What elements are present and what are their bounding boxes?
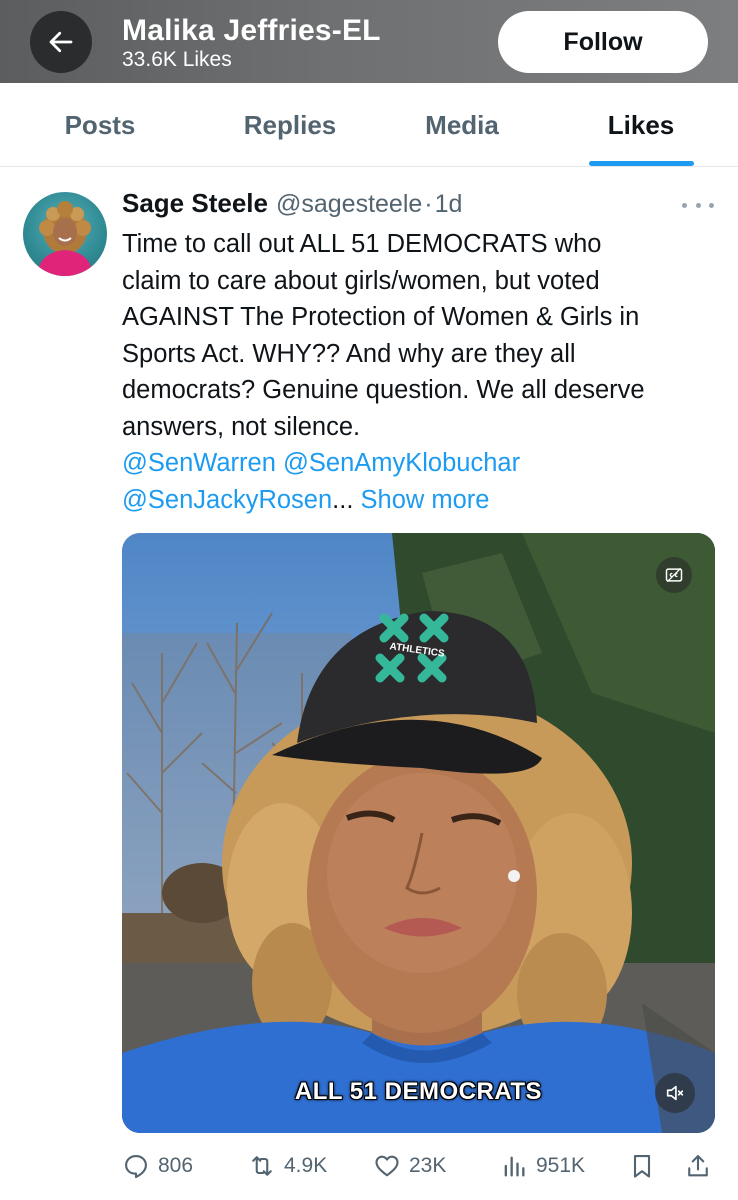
repost-icon (252, 1156, 272, 1176)
tab-likes[interactable]: Likes (541, 83, 738, 167)
mute-icon[interactable] (655, 1073, 695, 1113)
share-button[interactable] (684, 1148, 712, 1184)
mention-line-2: @SenJackyRosen... Show more (122, 482, 722, 519)
tab-replies[interactable]: Replies (190, 83, 390, 167)
tweet-text-line: Sports Act. WHY?? And why are they all (122, 339, 576, 368)
video-frame: ATHLETICS (122, 533, 715, 1133)
share-icon (688, 1155, 708, 1177)
views-button[interactable]: 951K (500, 1148, 585, 1184)
author-handle[interactable]: @sagesteele (276, 190, 422, 219)
tab-media[interactable]: Media (362, 83, 562, 167)
like-button[interactable]: 23K (373, 1148, 446, 1184)
tweet-text-line: claim to care about girls/women, but vot… (122, 266, 600, 295)
video-caption: ALL 51 DEMOCRATS (294, 1078, 543, 1105)
tab-posts[interactable]: Posts (0, 83, 200, 167)
tweet-text-line: democrats? Genuine question. We all dese… (122, 376, 645, 404)
tweet-text: Time to call out ALL 51 DEMOCRATS who cl… (122, 226, 722, 518)
repost-count: 4.9K (284, 1154, 328, 1177)
heart-icon (375, 1155, 399, 1177)
post-time[interactable]: 1d (435, 190, 463, 219)
reply-count: 806 (158, 1154, 194, 1177)
author-name[interactable]: Sage Steele (122, 188, 268, 219)
ellipsis: ... (332, 485, 354, 514)
repost-button[interactable]: 4.9K (248, 1148, 327, 1184)
mention-link[interactable]: @SenJackyRosen (122, 486, 332, 514)
tweet-text-line: Time to call out ALL 51 DEMOCRATS who (122, 230, 602, 258)
profile-header-bar: Malika Jeffries-EL 33.6K Likes Follow (0, 0, 738, 83)
views-icon (504, 1156, 525, 1177)
follow-button[interactable]: Follow (498, 11, 708, 73)
tweet-text-line: answers, not silence. (122, 412, 361, 441)
tweet-header: Sage Steele @sagesteele · 1d (122, 188, 462, 222)
profile-tabs: Posts Replies Media Likes (0, 83, 738, 167)
mention-links[interactable]: @SenWarren @SenAmyKlobuchar (122, 445, 722, 482)
captions-icon[interactable] (656, 557, 692, 593)
profile-likes-count: 33.6K Likes (122, 48, 232, 71)
reply-button[interactable]: 806 (122, 1148, 193, 1184)
more-options-icon[interactable] (682, 196, 714, 214)
back-button[interactable] (30, 11, 92, 73)
bookmark-icon (633, 1155, 651, 1178)
reply-icon (125, 1155, 147, 1179)
profile-name: Malika Jeffries-EL (122, 14, 381, 47)
show-more-link[interactable]: Show more (361, 486, 490, 514)
tweet-text-line: AGAINST The Protection of Women & Girls … (122, 303, 640, 331)
author-avatar[interactable] (23, 192, 107, 276)
bookmark-button[interactable] (628, 1148, 656, 1184)
like-count: 23K (409, 1154, 447, 1177)
views-count: 951K (536, 1154, 586, 1177)
video-player[interactable]: ATHLETICS ALL 51 DEMOCRATS (122, 533, 715, 1133)
arrow-left-icon (49, 31, 73, 53)
active-tab-indicator (589, 161, 694, 166)
meta-separator: · (424, 190, 433, 218)
